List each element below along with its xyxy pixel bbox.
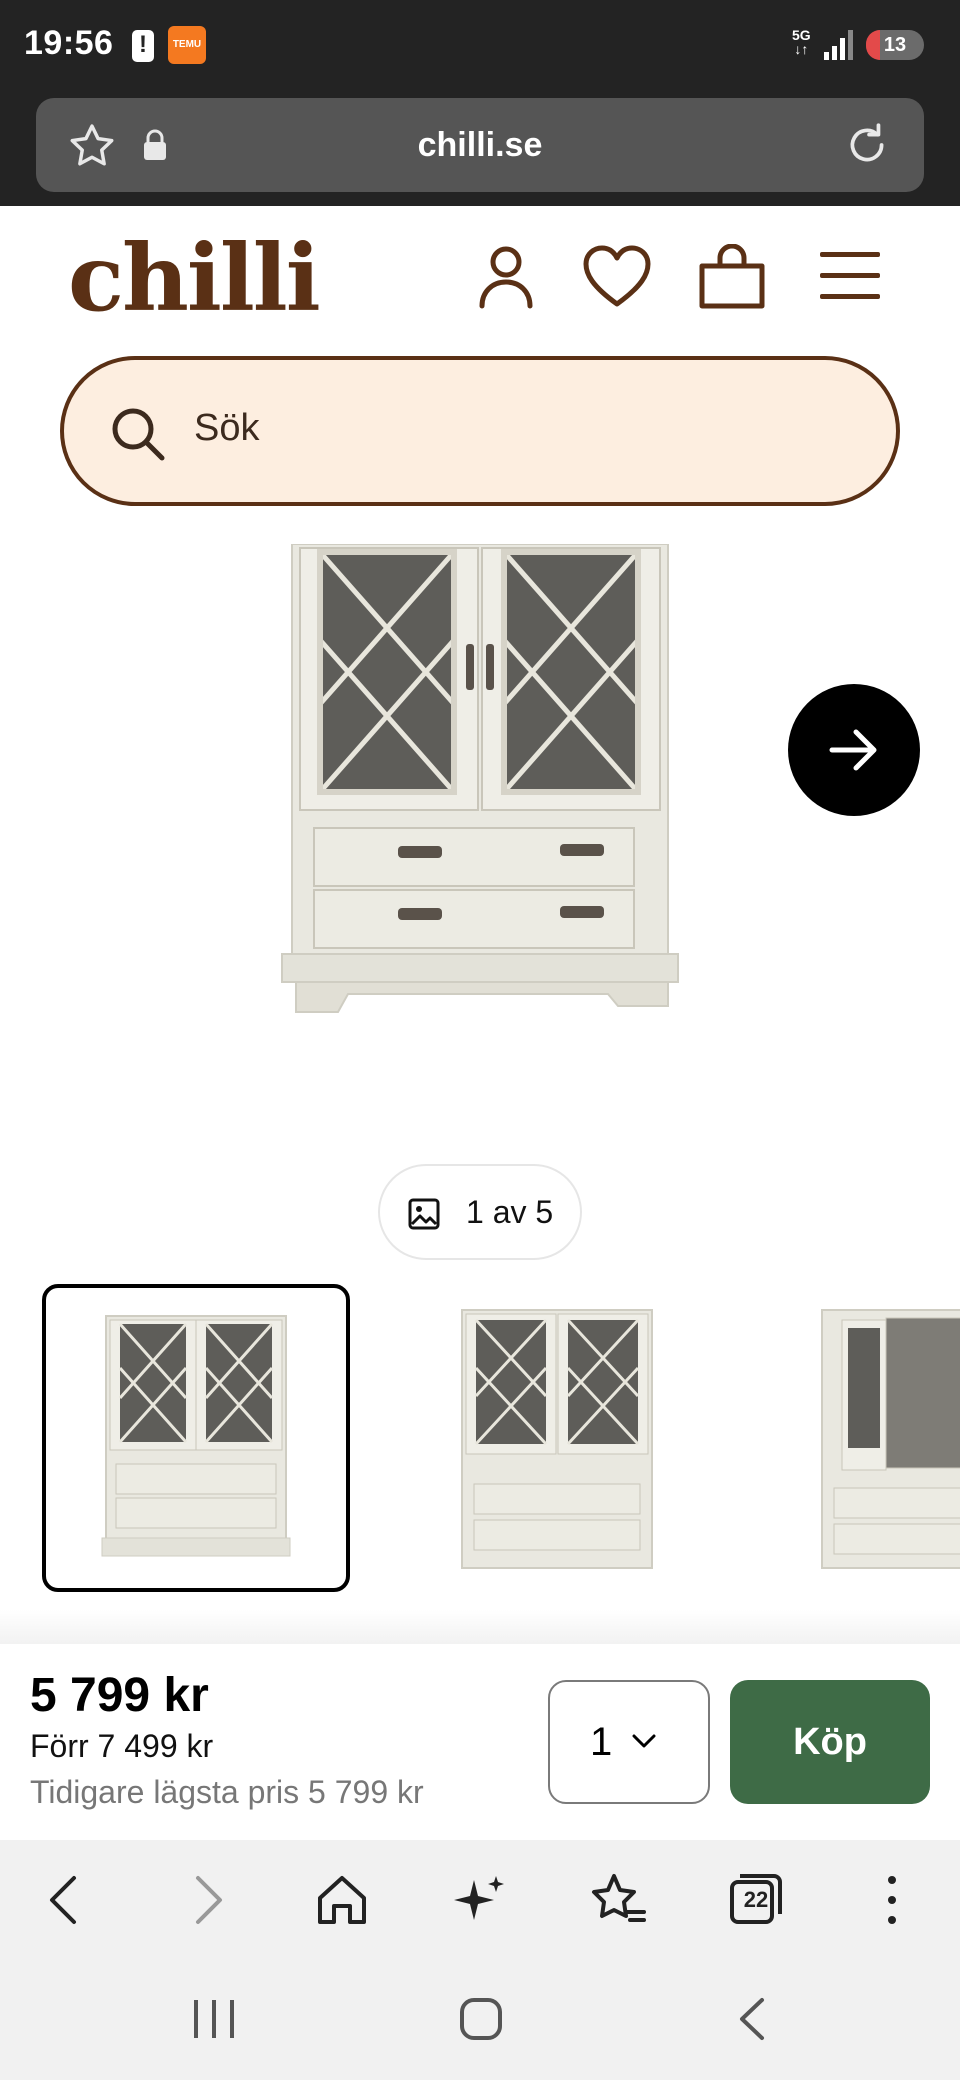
current-price: 5 799 kr — [30, 1669, 209, 1722]
forward-icon[interactable] — [176, 1870, 236, 1930]
buy-bar: 5 799 kr Förr 7 499 kr Tidigare lägsta p… — [0, 1644, 960, 1840]
previous-price: Förr 7 499 kr — [30, 1728, 214, 1764]
product-gallery[interactable] — [0, 540, 960, 1100]
thumbnail-image-1 — [101, 1315, 291, 1557]
url-text: chilli.se — [417, 126, 543, 164]
search-bar[interactable] — [60, 356, 900, 506]
address-bar[interactable]: chilli.se — [36, 98, 924, 192]
more-options-icon[interactable] — [862, 1870, 922, 1930]
account-icon[interactable] — [476, 244, 536, 310]
quantity-value: 1 — [590, 1720, 613, 1764]
next-image-button[interactable] — [788, 684, 920, 816]
thumbnail-2[interactable] — [400, 1284, 708, 1592]
system-navigation-bar — [0, 1960, 960, 2080]
browser-address-area: chilli.se — [0, 92, 960, 206]
temu-notification-icon: TEMU — [168, 26, 206, 64]
signal-icon — [824, 30, 853, 60]
product-image-cabinet[interactable] — [278, 544, 682, 1018]
menu-hamburger-icon[interactable] — [818, 250, 882, 302]
search-icon — [112, 408, 165, 461]
wishlist-heart-icon[interactable] — [582, 244, 652, 310]
search-input[interactable] — [194, 398, 854, 458]
browser-toolbar: 22 — [0, 1840, 960, 1960]
site-logo[interactable]: chilli — [68, 232, 321, 324]
bookmarks-star-icon[interactable] — [588, 1870, 648, 1930]
home-nav-icon[interactable] — [458, 1994, 504, 2044]
image-counter[interactable]: 1 av 5 — [378, 1164, 582, 1260]
lowest-price-note: Tidigare lägsta pris 5 799 kr — [30, 1774, 424, 1810]
reload-icon[interactable] — [842, 120, 892, 170]
thumbnail-strip[interactable] — [0, 1284, 960, 1596]
status-bar: 19:56 TEMU 5G ↓↑ 13 — [0, 0, 960, 92]
site-header: chilli — [0, 206, 960, 346]
status-time: 19:56 — [24, 24, 114, 62]
thumbnail-image-2 — [461, 1309, 653, 1569]
back-icon[interactable] — [36, 1870, 96, 1930]
quantity-select[interactable]: 1 — [548, 1680, 710, 1804]
thumbnail-3[interactable] — [760, 1284, 960, 1592]
recent-apps-icon[interactable] — [192, 1994, 236, 2044]
tabs-count: 22 — [743, 1887, 769, 1912]
arrow-right-icon — [829, 729, 877, 771]
image-counter-text: 1 av 5 — [466, 1194, 554, 1230]
home-icon[interactable] — [312, 1870, 372, 1930]
back-nav-icon[interactable] — [732, 1994, 772, 2044]
battery-indicator: 13 — [866, 30, 924, 60]
shopping-bag-icon[interactable] — [698, 244, 766, 310]
image-icon — [408, 1198, 440, 1230]
thumbnail-1[interactable] — [42, 1284, 350, 1592]
data-arrows-icon: ↓↑ — [794, 41, 809, 57]
tabs-button[interactable]: 22 — [726, 1870, 786, 1930]
chevron-down-icon — [632, 1734, 656, 1748]
battery-level: 13 — [883, 34, 907, 56]
network-type: 5G ↓↑ — [792, 28, 811, 56]
buy-button[interactable]: Köp — [730, 1680, 930, 1804]
ai-sparkle-icon[interactable] — [450, 1870, 510, 1930]
thumbnail-image-3 — [821, 1309, 960, 1569]
section-divider — [0, 1610, 960, 1646]
alert-notification-icon — [132, 30, 154, 62]
